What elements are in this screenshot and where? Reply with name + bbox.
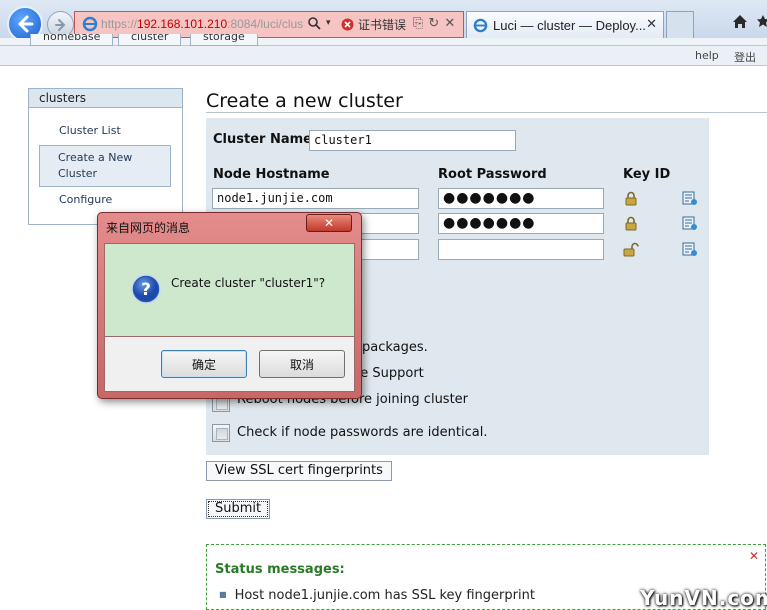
tab-label: homebase [43,34,101,43]
question-icon: ? [131,274,161,304]
search-icon[interactable] [307,16,321,30]
url-text[interactable]: https://192.168.101.210:8084/luci/clus [101,17,303,31]
title-divider [206,112,767,113]
dialog-close-button[interactable]: ✕ [306,214,352,232]
key-id-header: Key ID [623,167,671,182]
watermark-text: YunVN.com [640,586,767,610]
error-icon [341,18,354,31]
dialog-title: 来自网页的消息 [106,221,191,235]
view-ssl-fingerprints-button[interactable]: View SSL cert fingerprints [206,461,392,481]
dropdown-arrow-icon[interactable]: ▾ [326,18,331,28]
tab-luci[interactable]: Luci — cluster — Deploy... ✕ [466,11,664,38]
status-title: Status messages: [215,562,345,577]
root-password-input[interactable]: ●●●●●●● [438,188,604,209]
ie-page-icon [82,16,98,32]
cancel-button[interactable]: 取消 [259,350,345,378]
new-tab-button[interactable] [666,11,694,38]
help-bar: help 登出 [0,46,767,66]
option-shared-storage: ge Support [352,366,424,381]
cert-error-indicator[interactable]: 证书错误 [341,16,406,33]
view-fingerprint-icon[interactable] [682,191,698,206]
help-link[interactable]: help [695,49,719,62]
option-identical-passwords: Check if node passwords are identical. [237,425,488,440]
identical-passwords-checkbox[interactable] [212,424,230,442]
dialog-body: ? Create cluster "cluster1"? [104,243,355,337]
url-scheme: https:// [101,17,138,31]
tab-label: storage [203,34,245,43]
logout-link[interactable]: 登出 [734,49,756,65]
view-fingerprint-icon[interactable] [682,216,698,231]
tab-homebase[interactable]: homebase [30,34,114,46]
ie-tab-icon [473,18,488,32]
page-title: Create a new cluster [206,90,403,112]
status-message: Host node1.junjie.com has SSL key finger… [219,588,535,603]
option-download-packages: packages. [362,340,428,355]
dialog-message: Create cluster "cluster1"? [171,276,326,290]
top-navigation: homebase cluster storage [0,34,767,46]
dialog-footer: 确定 取消 [104,337,355,392]
stop-icon[interactable]: ✕ [444,16,455,31]
node-hostname-input[interactable]: node1.junjie.com [212,188,419,209]
browser-chrome: https://192.168.101.210:8084/luci/clus ▾… [0,0,767,42]
sidebar-item-create-cluster[interactable]: Create a New Cluster [39,145,171,187]
compat-view-icon[interactable]: ⎘ [413,16,423,31]
lock-closed-icon[interactable] [625,191,637,206]
close-icon[interactable]: ✕ [749,549,759,563]
tab-label: cluster [131,34,169,43]
submit-button[interactable]: Submit [206,499,271,519]
favorites-star-icon[interactable] [756,14,767,28]
refresh-icon[interactable]: ↻ [428,16,439,31]
sidebar-item-configure[interactable]: Configure [59,193,112,206]
root-password-input[interactable]: ●●●●●●● [438,213,604,234]
arrow-right-icon [54,18,65,31]
cert-error-label: 证书错误 [358,18,407,32]
confirm-dialog: 来自网页的消息 ✕ ? Create cluster "cluster1"? 确… [97,212,362,399]
tab-close-icon[interactable]: ✕ [646,16,657,32]
sidebar-header: clusters [29,89,182,108]
tab-cluster[interactable]: cluster [118,34,182,46]
sidebar-item-cluster-list[interactable]: Cluster List [59,124,121,137]
cluster-name-input[interactable]: cluster1 [309,130,516,151]
url-path: :8084/luci/clus [227,17,304,31]
home-icon[interactable] [732,14,748,29]
svg-text:?: ? [141,280,151,300]
lock-open-icon[interactable] [623,242,639,257]
tab-storage[interactable]: storage [190,34,258,46]
view-fingerprint-icon[interactable] [682,242,698,257]
url-host: 192.168.101.210 [137,17,228,31]
root-password-input[interactable] [438,239,604,260]
arrow-left-icon [18,15,34,33]
close-icon: ✕ [323,216,335,230]
root-password-header: Root Password [438,167,547,182]
sidebar: clusters Cluster List Create a New Clust… [28,88,183,225]
node-hostname-header: Node Hostname [213,167,330,182]
tab-title: Luci — cluster — Deploy... [493,17,646,33]
lock-closed-icon[interactable] [625,216,637,231]
ok-button[interactable]: 确定 [161,350,247,378]
cluster-name-label: Cluster Name [213,132,312,147]
